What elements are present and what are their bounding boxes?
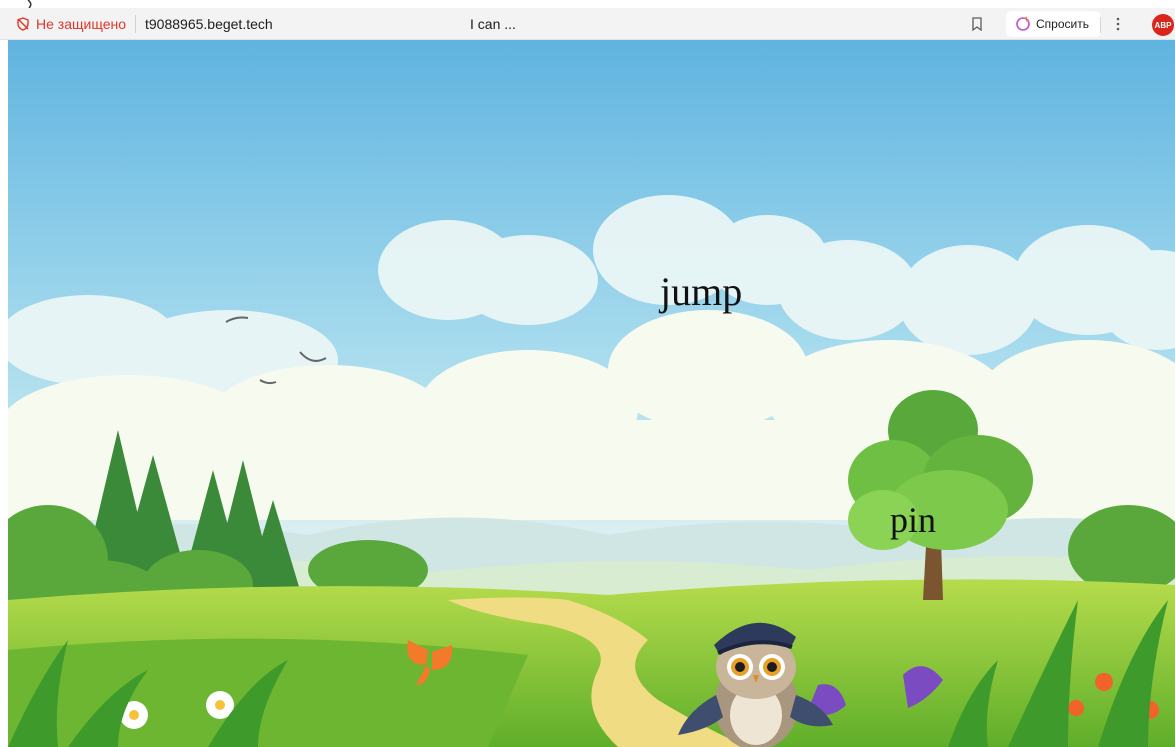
word-pin[interactable]: pin: [890, 502, 936, 538]
page-title: I can ...: [470, 15, 516, 32]
address-divider: [135, 14, 136, 33]
address-url[interactable]: t9088965.beget.tech: [145, 16, 273, 32]
toolbar-divider: [1100, 17, 1101, 33]
owl-icon: [678, 622, 833, 747]
owl-mascot[interactable]: [668, 605, 848, 747]
ask-label: Спросить: [1036, 17, 1089, 31]
shield-off-icon: [17, 16, 29, 31]
security-indicator[interactable]: Не защищено: [16, 16, 126, 32]
ai-assistant-icon: [1016, 16, 1030, 31]
word-jump[interactable]: jump: [660, 272, 742, 312]
stray-mark: [27, 0, 32, 8]
game-scene: jump pin: [8, 40, 1175, 747]
browser-address-bar: Не защищено t9088965.beget.tech I can ..…: [0, 8, 1175, 40]
ask-button[interactable]: Спросить: [1006, 11, 1101, 37]
kebab-menu-icon[interactable]: [1108, 14, 1128, 34]
adblock-icon[interactable]: ABP: [1152, 14, 1174, 36]
bookmark-icon[interactable]: [968, 15, 986, 33]
abp-label: ABP: [1154, 20, 1172, 30]
meadow-background: [8, 40, 1175, 747]
security-label: Не защищено: [36, 15, 126, 32]
